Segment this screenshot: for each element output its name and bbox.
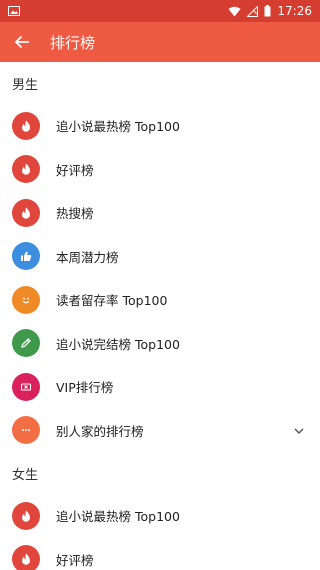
ranking-item-label: 别人家的排行榜 bbox=[56, 423, 144, 439]
section-header: 男生 bbox=[12, 77, 39, 93]
back-button[interactable] bbox=[0, 22, 44, 62]
flame-icon bbox=[12, 501, 40, 530]
no-signal-icon bbox=[247, 5, 259, 17]
page-title: 排行榜 bbox=[50, 33, 96, 52]
more-dots-icon bbox=[12, 416, 40, 445]
ranking-item[interactable]: 追小说完结榜 Top100 bbox=[0, 322, 320, 366]
ranking-list: 男生 追小说最热榜 Top100 好评榜 热搜榜 本周潜力榜 读者留存率 Top100 追小… bbox=[0, 62, 320, 570]
arrow-left-icon bbox=[14, 35, 29, 49]
ranking-item[interactable]: VIP排行榜 bbox=[0, 365, 320, 409]
ranking-item-label: 追小说最热榜 Top100 bbox=[56, 119, 180, 135]
ranking-item[interactable]: 追小说最热榜 Top100 bbox=[0, 104, 320, 148]
status-bar: 17:26 bbox=[0, 0, 320, 22]
ranking-item-label: 本周潜力榜 bbox=[56, 249, 119, 265]
status-right: 17:26 bbox=[228, 4, 312, 18]
ranking-item[interactable]: 别人家的排行榜 bbox=[0, 409, 320, 453]
ranking-item-label: 好评榜 bbox=[56, 552, 94, 568]
wifi-icon bbox=[228, 6, 241, 16]
flame-icon bbox=[12, 155, 40, 184]
thumbs-up-icon bbox=[12, 242, 40, 271]
battery-icon bbox=[264, 5, 271, 17]
ranking-item-label: 追小说最热榜 Top100 bbox=[56, 509, 180, 525]
ranking-item[interactable]: 好评榜 bbox=[0, 148, 320, 192]
ranking-item[interactable]: 好评榜 bbox=[0, 538, 320, 570]
pencil-icon bbox=[12, 329, 40, 358]
ranking-item-label: 读者留存率 Top100 bbox=[56, 293, 168, 309]
ticket-icon bbox=[12, 372, 40, 401]
status-left bbox=[8, 6, 20, 16]
ranking-item[interactable]: 读者留存率 Top100 bbox=[0, 278, 320, 322]
ranking-item-label: 热搜榜 bbox=[56, 206, 94, 222]
section-header: 女生 bbox=[12, 467, 39, 483]
image-notification-icon bbox=[8, 6, 20, 16]
ranking-item-label: 好评榜 bbox=[56, 162, 94, 178]
flame-icon bbox=[12, 545, 40, 570]
ranking-item[interactable]: 本周潜力榜 bbox=[0, 235, 320, 279]
smiley-icon bbox=[12, 285, 40, 314]
ranking-item-label: VIP排行榜 bbox=[56, 380, 114, 396]
ranking-item-label: 追小说完结榜 Top100 bbox=[56, 336, 180, 352]
app-bar: 排行榜 bbox=[0, 22, 320, 62]
chevron-down-icon[interactable] bbox=[292, 423, 306, 437]
flame-icon bbox=[12, 111, 40, 140]
ranking-item[interactable]: 热搜榜 bbox=[0, 191, 320, 235]
ranking-item[interactable]: 追小说最热榜 Top100 bbox=[0, 494, 320, 538]
status-time: 17:26 bbox=[277, 4, 312, 18]
flame-icon bbox=[12, 198, 40, 227]
